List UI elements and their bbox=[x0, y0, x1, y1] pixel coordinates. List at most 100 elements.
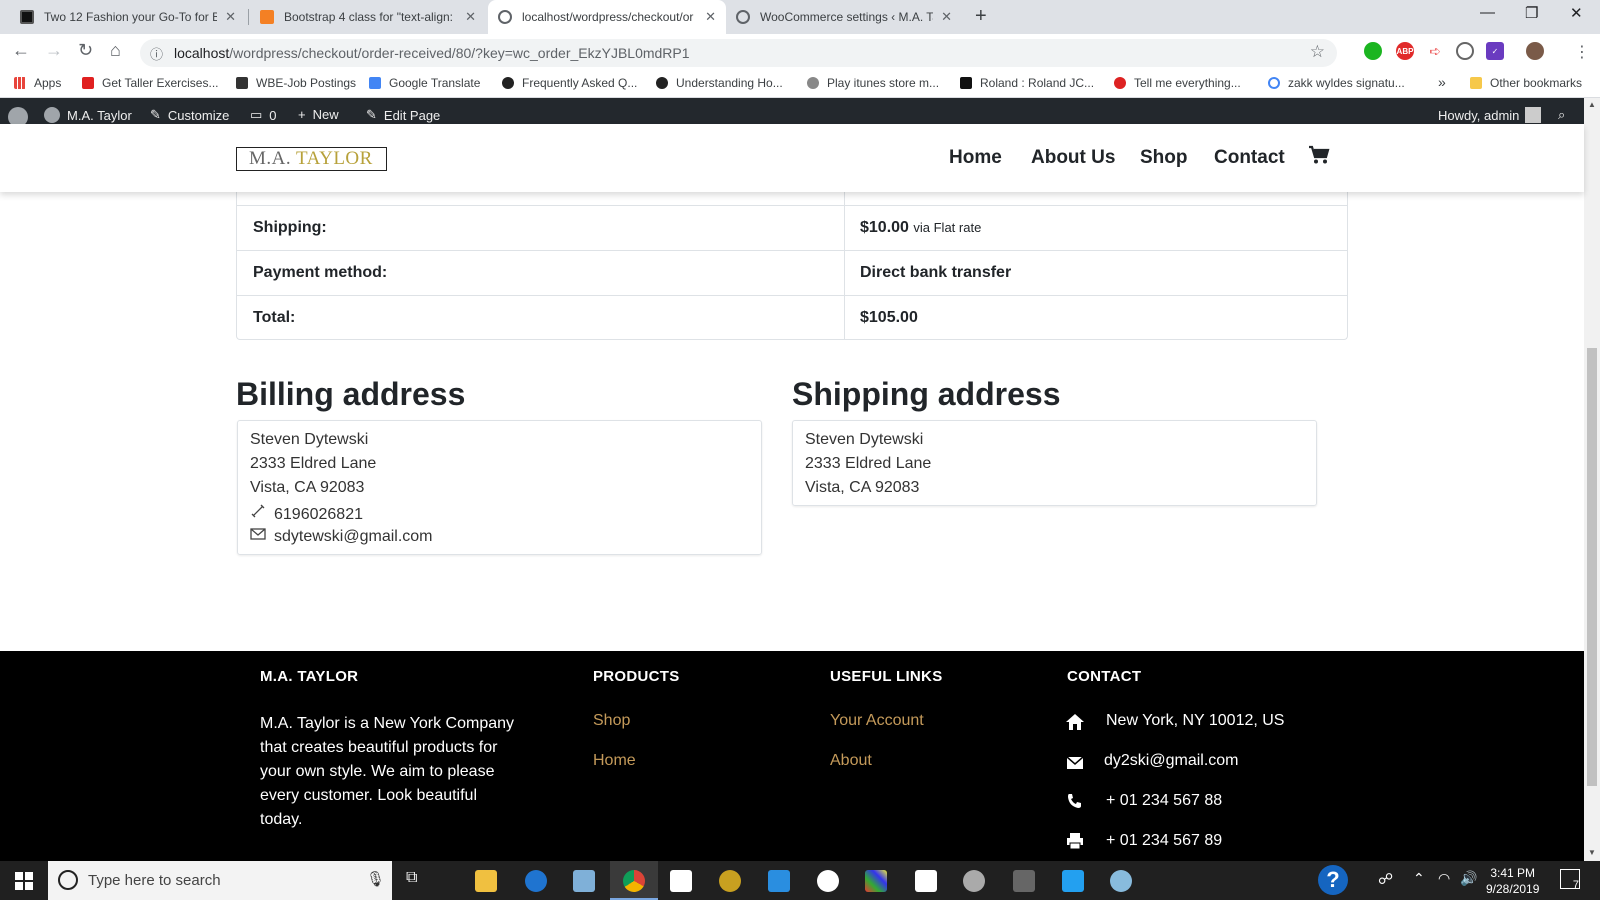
row-label: Payment method: bbox=[253, 264, 388, 281]
app-icon[interactable] bbox=[719, 870, 741, 892]
bookmark-item[interactable]: Frequently Asked Q... bbox=[502, 76, 637, 90]
back-icon[interactable]: ← bbox=[12, 40, 30, 61]
vscode-icon[interactable] bbox=[1062, 870, 1084, 892]
info-icon[interactable]: ⓘ bbox=[150, 44, 163, 63]
nav-shop[interactable]: Shop bbox=[1140, 147, 1188, 169]
billing-street: 2333 Eldred Lane bbox=[250, 455, 377, 472]
restore-icon[interactable]: ❐ bbox=[1525, 4, 1538, 22]
bookmark-item[interactable]: Google Translate bbox=[369, 76, 480, 90]
footer-link-about[interactable]: About bbox=[830, 752, 872, 770]
file-explorer-icon[interactable] bbox=[475, 870, 497, 892]
footer-useful-links-title: USEFUL LINKS bbox=[830, 668, 943, 685]
menu-icon[interactable]: ⋮ bbox=[1574, 42, 1590, 62]
tray-chevron-icon[interactable]: ⌃ bbox=[1413, 870, 1425, 887]
more-bookmarks-button[interactable]: » bbox=[1438, 74, 1446, 90]
taskbar-search-input[interactable]: Type here to search 🎙 bbox=[48, 861, 392, 900]
extension-green-icon[interactable] bbox=[1364, 42, 1382, 60]
admin-comments-link[interactable]: ▭ 0 bbox=[250, 107, 277, 123]
scroll-down-icon[interactable]: ▼ bbox=[1588, 848, 1596, 857]
close-tab-icon[interactable]: ✕ bbox=[465, 9, 476, 25]
forward-icon[interactable]: → bbox=[45, 40, 63, 61]
bookmark-item[interactable]: Play itunes store m... bbox=[807, 76, 939, 90]
task-view-icon[interactable]: ⧉ bbox=[406, 869, 417, 887]
taskbar-clock[interactable]: 3:41 PM 9/28/2019 bbox=[1486, 865, 1539, 897]
bookmark-favicon-icon bbox=[82, 77, 94, 89]
reload-icon[interactable]: ↻ bbox=[78, 40, 93, 61]
chrome-icon[interactable] bbox=[623, 870, 645, 892]
footer-link-your-account[interactable]: Your Account bbox=[830, 712, 924, 730]
footer-link-shop[interactable]: Shop bbox=[593, 712, 630, 730]
wordpress-logo-icon[interactable] bbox=[8, 107, 28, 124]
minimize-icon[interactable]: — bbox=[1480, 4, 1495, 21]
bookmark-item[interactable]: WBE-Job Postings bbox=[236, 76, 356, 90]
other-bookmarks[interactable]: Other bookmarks bbox=[1470, 76, 1582, 90]
contact-email[interactable]: dy2ski@gmail.com bbox=[1104, 752, 1239, 770]
extension-red-arrow-icon[interactable]: ➪ bbox=[1426, 42, 1444, 60]
people-icon[interactable]: ☍ bbox=[1378, 870, 1393, 888]
store-icon[interactable] bbox=[670, 870, 692, 892]
mail-icon[interactable] bbox=[915, 870, 937, 892]
scroll-up-icon[interactable]: ▲ bbox=[1588, 100, 1596, 109]
extension-purple-icon[interactable]: ✓ bbox=[1486, 42, 1504, 60]
home-icon[interactable]: ⌂ bbox=[110, 40, 121, 61]
close-tab-icon[interactable]: ✕ bbox=[705, 9, 716, 25]
tab-checkout[interactable]: localhost/wordpress/checkout/or ✕ bbox=[488, 0, 726, 34]
shipping-street: 2333 Eldred Lane bbox=[805, 455, 932, 472]
order-row-payment: Payment method: Direct bank transfer bbox=[237, 250, 1347, 295]
address-bar[interactable]: ⓘ localhost/wordpress/checkout/order-rec… bbox=[140, 39, 1337, 67]
volume-icon[interactable]: 🔊 bbox=[1460, 870, 1477, 887]
windows-start-icon[interactable] bbox=[15, 872, 33, 890]
billing-email[interactable]: sdytewski@gmail.com bbox=[274, 528, 433, 545]
notification-center-icon[interactable]: 7 bbox=[1560, 869, 1580, 891]
app-icon[interactable] bbox=[1013, 870, 1035, 892]
hp-icon[interactable] bbox=[817, 870, 839, 892]
browser-toolbar: ← → ↻ ⌂ ⓘ localhost/wordpress/checkout/o… bbox=[0, 34, 1600, 70]
bookmark-item[interactable]: Understanding Ho... bbox=[656, 76, 783, 90]
scrollbar-thumb[interactable] bbox=[1587, 348, 1597, 786]
bookmark-item[interactable]: zakk wyldes signatu... bbox=[1268, 76, 1405, 90]
admin-customize-link[interactable]: ✎ Customize bbox=[150, 107, 229, 123]
help-icon[interactable]: ? bbox=[1318, 865, 1348, 895]
contact-fax: + 01 234 567 89 bbox=[1106, 832, 1223, 849]
wifi-icon[interactable]: ◠ bbox=[1438, 870, 1450, 887]
admin-site-link[interactable]: M.A. Taylor bbox=[44, 107, 132, 123]
bookmark-item[interactable]: Get Taller Exercises... bbox=[82, 76, 218, 90]
app-icon[interactable] bbox=[865, 870, 887, 892]
billing-address-heading: Billing address bbox=[236, 376, 466, 412]
page-scrollbar[interactable]: ▲ ▼ bbox=[1584, 98, 1600, 861]
microphone-icon[interactable]: 🎙 bbox=[366, 870, 385, 888]
site-logo[interactable]: M.A. TAYLOR bbox=[236, 147, 387, 171]
footer-products-title: PRODUCTS bbox=[593, 668, 680, 685]
tab-bootstrap[interactable]: Bootstrap 4 class for "text-align: ✕ bbox=[250, 0, 486, 34]
bookmark-item[interactable]: Roland : Roland JC... bbox=[960, 76, 1094, 90]
footer-link-home[interactable]: Home bbox=[593, 752, 636, 770]
app-icon[interactable] bbox=[963, 870, 985, 892]
window-close-icon[interactable]: ✕ bbox=[1570, 4, 1583, 22]
plus-icon: + bbox=[298, 107, 306, 122]
admin-new-link[interactable]: + New bbox=[298, 107, 339, 122]
bookmarks-bar: Apps Get Taller Exercises... WBE-Job Pos… bbox=[0, 70, 1600, 98]
admin-search-icon[interactable]: ⌕ bbox=[1558, 107, 1565, 123]
bookmark-apps[interactable]: Apps bbox=[14, 76, 61, 90]
app-icon[interactable] bbox=[768, 870, 790, 892]
tab-two12-fashion[interactable]: Two 12 Fashion your Go-To for B ✕ bbox=[10, 0, 246, 34]
bookmark-item[interactable]: Tell me everything... bbox=[1114, 76, 1241, 90]
cart-icon[interactable] bbox=[1308, 145, 1330, 165]
profile-avatar-icon[interactable] bbox=[1526, 42, 1544, 60]
app-icon[interactable] bbox=[1110, 870, 1132, 892]
adblock-plus-icon[interactable]: ABP bbox=[1396, 42, 1414, 60]
nav-home[interactable]: Home bbox=[949, 147, 1002, 169]
bookmark-star-icon[interactable]: ☆ bbox=[1310, 42, 1325, 62]
app-icon[interactable] bbox=[573, 870, 595, 892]
nav-contact[interactable]: Contact bbox=[1214, 147, 1285, 169]
tab-woocommerce[interactable]: WooCommerce settings ‹ M.A. Ta ✕ bbox=[726, 0, 962, 34]
close-tab-icon[interactable]: ✕ bbox=[941, 9, 952, 25]
admin-howdy[interactable]: Howdy, admin bbox=[1438, 107, 1542, 123]
edge-icon[interactable] bbox=[525, 870, 547, 892]
nav-about-us[interactable]: About Us bbox=[1031, 147, 1115, 169]
new-tab-icon[interactable]: + bbox=[975, 5, 987, 28]
close-tab-icon[interactable]: ✕ bbox=[225, 9, 236, 25]
extension-circle-icon[interactable] bbox=[1456, 42, 1474, 60]
admin-edit-page-link[interactable]: ✎ Edit Page bbox=[366, 107, 440, 123]
row-value: Direct bank transfer bbox=[860, 264, 1012, 281]
